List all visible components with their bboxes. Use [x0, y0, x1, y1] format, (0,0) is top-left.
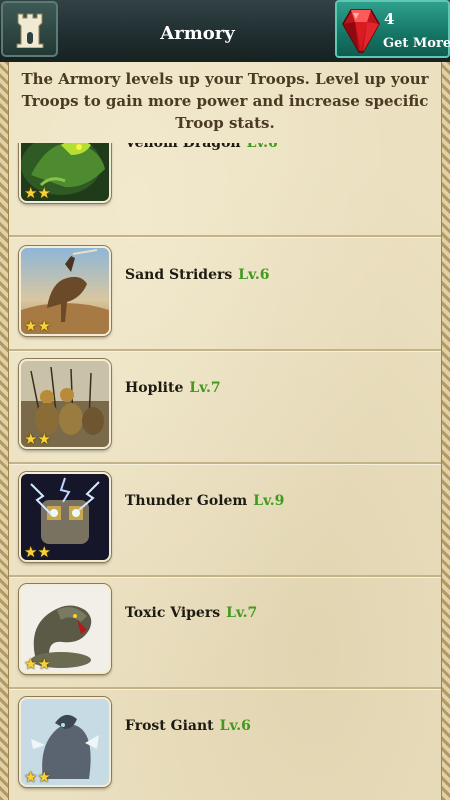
troop-row-frost-giant[interactable]: ★★ Frost Giant Lv.6: [9, 688, 441, 800]
troop-row-toxic-vipers[interactable]: ★★ Toxic Vipers Lv.7: [9, 575, 441, 689]
star-rating: ★★: [24, 430, 51, 448]
get-more-gems-button[interactable]: 4 Get More: [335, 0, 450, 58]
gem-count: 4: [384, 10, 395, 28]
get-more-label: Get More: [383, 36, 450, 51]
star-rating: ★★: [24, 768, 51, 786]
troop-name: Thunder Golem Lv.9: [125, 493, 285, 509]
troop-level: Lv.7: [189, 380, 221, 396]
home-button[interactable]: [1, 1, 58, 57]
troop-row-venom-dragon[interactable]: ★★ Venom Dragon Lv.6: [9, 143, 441, 237]
star-rating: ★★: [24, 184, 51, 202]
troop-row-thunder-golem[interactable]: ★★ Thunder Golem Lv.9: [9, 463, 441, 577]
troop-list[interactable]: ★★ Venom Dragon Lv.6 ★★ Sand Striders Lv.6: [9, 143, 441, 800]
troop-level: Lv.9: [253, 493, 285, 509]
troop-row-hoplite[interactable]: ★★ Hoplite Lv.7: [9, 350, 441, 464]
troop-level: Lv.7: [226, 605, 258, 621]
troop-name: Venom Dragon Lv.6: [125, 143, 278, 151]
troop-portrait: ★★: [19, 359, 111, 449]
troop-row-sand-striders[interactable]: ★★ Sand Striders Lv.6: [9, 237, 441, 351]
troop-name: Hoplite Lv.7: [125, 380, 221, 396]
ruby-gem-icon: [342, 9, 380, 53]
armory-screen: Armory 4 Get More The Armory levels up y…: [0, 0, 450, 800]
star-rating: ★★: [24, 655, 51, 673]
troop-name: Frost Giant Lv.6: [125, 718, 251, 734]
left-border: [0, 62, 9, 800]
troop-portrait: ★★: [19, 584, 111, 674]
star-rating: ★★: [24, 543, 51, 561]
page-title: Armory: [160, 23, 235, 44]
troop-portrait: ★★: [19, 143, 111, 203]
troop-name: Toxic Vipers Lv.7: [125, 605, 258, 621]
troop-portrait: ★★: [19, 472, 111, 562]
troop-level: Lv.6: [219, 718, 251, 734]
troop-level: Lv.6: [246, 143, 278, 151]
castle-tower-icon: [16, 13, 44, 48]
troop-name: Sand Striders Lv.6: [125, 267, 270, 283]
troop-portrait: ★★: [19, 246, 111, 336]
troop-portrait: ★★: [19, 697, 111, 787]
right-border: [441, 62, 450, 800]
star-rating: ★★: [24, 317, 51, 335]
intro-text: The Armory levels up your Troops. Level …: [21, 70, 429, 132]
top-bar: Armory 4 Get More: [0, 0, 450, 64]
troop-level: Lv.6: [238, 267, 270, 283]
